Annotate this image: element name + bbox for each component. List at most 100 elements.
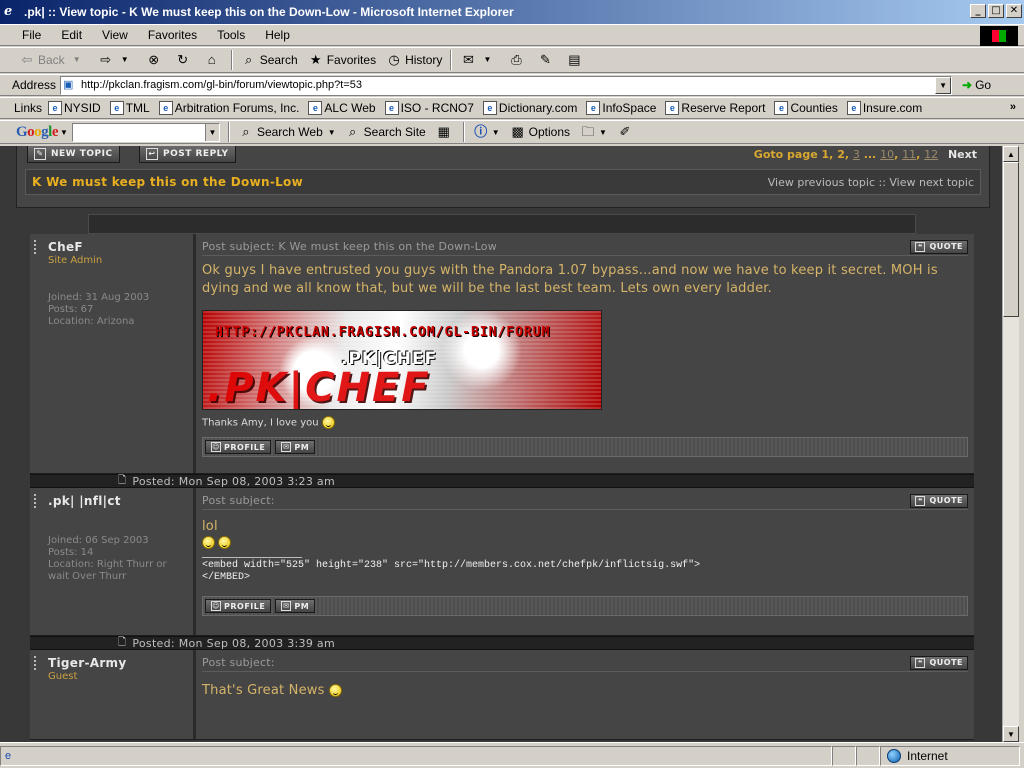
menu-view[interactable]: View [92,28,138,42]
mail-button[interactable]: ✉ ▼ [455,49,503,71]
page-link[interactable]: 3 [853,148,860,161]
forward-button[interactable]: ⇨ ▼ [93,49,141,71]
go-label: Go [975,78,992,92]
link-item[interactable]: e Counties [774,101,838,115]
toolbar-separator [450,50,453,70]
status-pane [832,745,856,766]
link-item[interactable]: e Reserve Report [665,101,765,115]
print-button[interactable]: ⎙ [503,49,532,71]
link-item[interactable]: e NYSID [48,101,101,115]
status-pane [856,745,880,766]
quote-button[interactable]: ❝ QUOTE [910,493,968,508]
link-item[interactable]: e TML [109,101,150,115]
info-icon: ⓘ [474,124,488,139]
post-body: Post subject: ❝ QUOTE That's Great News [196,650,974,739]
status-bar: e Internet [0,742,1024,768]
link-item[interactable]: e InfoSpace [586,101,656,115]
post-reply-button[interactable]: ↩ Post Reply [139,146,236,163]
google-search-input[interactable]: ▼ [71,122,220,142]
search-web-label: Search Web [256,125,323,139]
minimize-button[interactable]: _ [970,4,986,18]
vertical-scrollbar[interactable]: ▲ ▼ [1002,146,1019,742]
search-web-button[interactable]: ⌕ Search Web [233,121,328,143]
stop-button[interactable]: ⊗ [141,49,170,71]
topic-title[interactable]: K We must keep this on the Down-Low [32,175,303,189]
highlight-button[interactable]: ✐ [612,121,641,143]
back-button[interactable]: ⇦ Back ▼ [14,49,93,71]
author-stats: Joined: 31 Aug 2003 Posts: 67 Location: … [48,292,187,328]
close-button[interactable]: ✕ [1006,4,1022,18]
page-link[interactable]: 2 [837,148,845,161]
options-icon: ▩ [511,124,524,139]
post-message: That's Great News [202,683,325,698]
pm-button[interactable]: ✉ PM [275,599,316,613]
link-item[interactable]: e Dictionary.com [482,101,577,115]
quote-button[interactable]: ❝ QUOTE [910,655,968,670]
menu-tools[interactable]: Tools [207,28,255,42]
page-link-current[interactable]: 1 [822,148,830,161]
windows-logo-icon [980,26,1018,46]
scroll-up-button[interactable]: ▲ [1003,146,1019,162]
menu-favorites[interactable]: Favorites [138,28,207,42]
author-name[interactable]: .pk| |nfl|ct [48,494,187,508]
profile-button[interactable]: ☺ PROFILE [205,440,272,454]
post: .pk| |nfl|ct Joined: 06 Sep 2003 Posts: … [30,488,974,636]
profile-button[interactable]: ☺ PROFILE [205,599,272,613]
pagerank-button[interactable]: ▦ [431,121,460,143]
page-link[interactable]: 10 [880,148,894,161]
link-item[interactable]: e ALC Web [308,101,376,115]
link-item[interactable]: e Arbitration Forums, Inc. [158,101,299,115]
ie-page-icon: e [482,101,497,115]
new-topic-label: New Topic [51,149,113,159]
link-item[interactable]: e ISO - RCNO7 [384,101,474,115]
post-doc-icon: 🗋 [118,474,127,486]
google-logo[interactable]: Google [16,124,59,141]
address-dropdown-button[interactable]: ▼ [935,76,952,94]
refresh-button[interactable]: ↻ [170,49,199,71]
scroll-down-button[interactable]: ▼ [1003,726,1019,742]
page-link[interactable]: 12 [924,148,938,161]
author-name[interactable]: Tiger-Army [48,656,187,670]
discuss-icon: ▤ [568,52,581,67]
links-overflow-chevron-icon[interactable]: » [1010,101,1016,113]
ie-logo-icon: e [4,4,13,19]
pagination: Goto page 1, 2, 3 ... 10, 11, 12 Next [753,148,977,161]
chevron-down-icon: ▼ [120,55,129,64]
news-icon: ▦ [437,124,450,139]
quote-label: QUOTE [929,658,963,667]
search-button[interactable]: ⌕ Search [236,49,303,71]
home-button[interactable]: ⌂ [199,49,228,71]
scroll-thumb[interactable] [1003,162,1019,317]
link-item[interactable]: e Insure.com [846,101,922,115]
options-button[interactable]: ▩ Options [505,121,575,143]
page-content[interactable]: ✎ New Topic ↩ Post Reply Goto page 1, 2, 3… [0,146,1002,742]
next-page-link[interactable]: Next [948,148,977,161]
search-site-button[interactable]: ⌕ Search Site [340,121,431,143]
post: Tiger-Army Guest Post subject: ❝ QUOTE Th… [30,650,974,740]
edit-button[interactable]: ✎ [532,49,561,71]
page-link[interactable]: 11 [902,148,916,161]
address-input[interactable]: ▣ http://pkclan.fragism.com/gl-bin/forum… [60,75,953,95]
topic-navigation[interactable]: View previous topic :: View next topic [768,176,974,189]
history-button[interactable]: ◷ History [381,49,447,71]
author-name[interactable]: ChеF [48,240,187,254]
smiley-icon [218,536,232,549]
posted-bar: 🗋 Posted: Mon Sep 08, 2003 3:39 am [30,636,974,650]
menu-file[interactable]: File [12,28,51,42]
chevron-down-icon[interactable]: ▼ [60,128,68,137]
pm-button[interactable]: ✉ PM [275,440,316,454]
go-button[interactable]: ➜ Go [962,78,991,92]
menu-edit[interactable]: Edit [51,28,92,42]
menu-help[interactable]: Help [255,28,300,42]
favorites-button[interactable]: ★ Favorites [303,49,381,71]
chevron-down-icon[interactable]: ▼ [204,123,219,141]
new-topic-button[interactable]: ✎ New Topic [27,146,120,163]
discuss-button[interactable]: ▤ [561,49,590,71]
chevron-down-icon[interactable]: ▼ [328,128,336,137]
ie-page-icon: e [158,101,173,115]
quote-button[interactable]: ❝ QUOTE [910,239,968,254]
author-joined: Joined: 06 Sep 2003 [48,535,149,546]
up-folder-button[interactable]: 🗀 ▼ [575,121,612,143]
maximize-button[interactable]: □ [988,4,1004,18]
info-button[interactable]: ⓘ ▼ [468,121,505,143]
